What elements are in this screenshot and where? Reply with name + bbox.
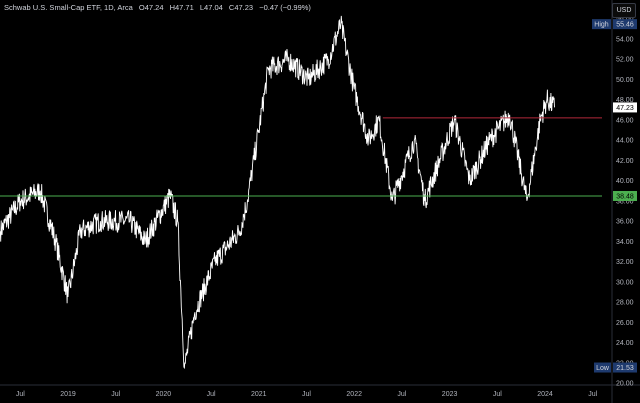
y-tick-label: 52.00 [616,57,634,64]
y-tick-label: 34.00 [616,239,634,246]
y-tick-label: 26.00 [616,320,634,327]
y-tick-label: 20.00 [616,381,634,388]
x-tick-label: Jul [207,391,216,398]
high-price-label: 55.46 [616,22,634,29]
price-series-line [0,15,555,370]
x-tick-label: Jul [302,391,311,398]
x-tick-label: Jul [16,391,25,398]
x-tick-label: 2024 [537,391,553,398]
y-tick-label: 30.00 [616,279,634,286]
x-tick-label: Jul [493,391,502,398]
y-tick-label: 28.00 [616,300,634,307]
price-chart[interactable]: 20.0022.0024.0026.0028.0030.0032.0034.00… [0,0,640,403]
low-price-label: 21.53 [616,365,634,372]
support-price-label: 38.48 [616,193,634,200]
last-price-label: 47.23 [616,105,634,112]
y-tick-label: 24.00 [616,340,634,347]
currency-button[interactable]: USD [612,3,636,18]
y-tick-label: 42.00 [616,158,634,165]
x-tick-label: 2021 [251,391,267,398]
high-tag-label: High [594,22,609,29]
x-tick-label: Jul [111,391,120,398]
y-tick-label: 44.00 [616,138,634,145]
y-tick-label: 54.00 [616,36,634,43]
low-tag-label: Low [596,365,610,372]
y-tick-label: 40.00 [616,178,634,185]
y-tick-label: 50.00 [616,77,634,84]
x-tick-label: Jul [588,391,597,398]
x-tick-label: 2019 [60,391,76,398]
y-tick-label: 36.00 [616,219,634,226]
x-tick-label: 2022 [346,391,362,398]
y-tick-label: 46.00 [616,117,634,124]
y-tick-label: 32.00 [616,259,634,266]
x-tick-label: 2023 [442,391,458,398]
x-tick-label: 2020 [156,391,172,398]
x-tick-label: Jul [397,391,406,398]
